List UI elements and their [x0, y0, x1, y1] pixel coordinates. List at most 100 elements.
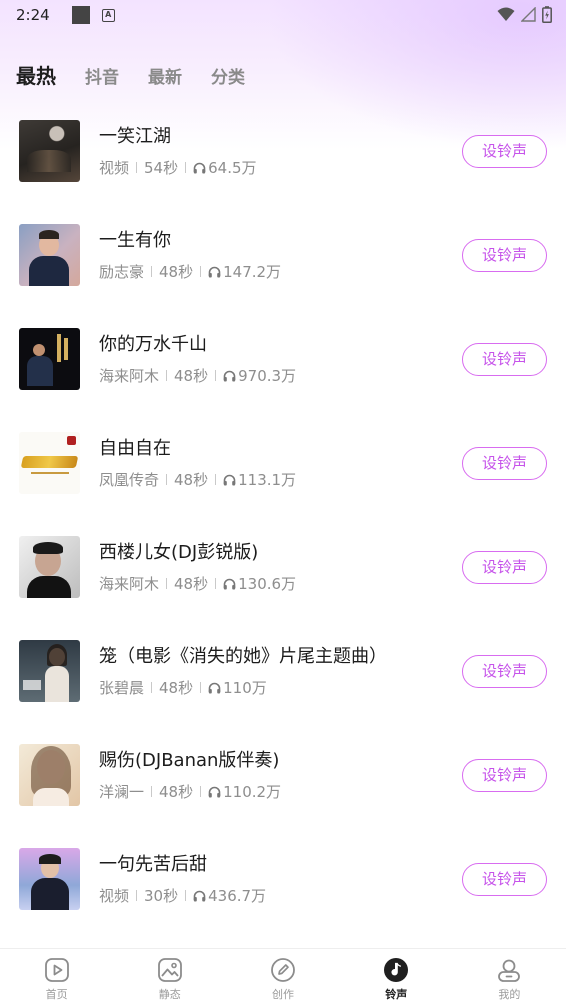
- battery-icon: [542, 6, 552, 23]
- duration: 30秒: [144, 887, 179, 905]
- set-ringtone-button[interactable]: 设铃声: [462, 343, 547, 376]
- status-time: 2:24: [16, 6, 50, 24]
- album-cover: [19, 120, 80, 182]
- album-cover: [19, 848, 80, 910]
- artist-name: 励志豪: [99, 263, 145, 281]
- status-icons: [497, 6, 552, 23]
- headphones-icon: [223, 474, 236, 486]
- set-ringtone-button[interactable]: 设铃声: [462, 655, 547, 688]
- song-title: 一生有你: [99, 230, 171, 251]
- divider: [151, 682, 153, 693]
- nav-label: 静态: [158, 988, 181, 1001]
- divider: [166, 578, 168, 589]
- list-item[interactable]: 一生有你 励志豪 48秒 147.2万 设铃声: [0, 204, 566, 308]
- set-ringtone-button[interactable]: 设铃声: [462, 135, 547, 168]
- tab-douyin[interactable]: 抖音: [85, 63, 119, 88]
- nav-label: 首页: [45, 988, 68, 1001]
- duration: 48秒: [174, 471, 209, 489]
- play-count: 110.2万: [223, 783, 282, 801]
- headphones-icon: [208, 682, 221, 694]
- play-count: 130.6万: [238, 575, 297, 593]
- set-ringtone-button[interactable]: 设铃声: [462, 551, 547, 584]
- song-meta: 海来阿木 48秒 970.3万: [99, 365, 296, 386]
- set-ringtone-button[interactable]: 设铃声: [462, 759, 547, 792]
- a-notification-icon: A: [101, 8, 115, 22]
- divider: [200, 266, 202, 277]
- ringtone-list: 一笑江湖 视频 54秒 64.5万 设铃声 一生有你 励志豪 48秒 147.2…: [0, 100, 566, 932]
- list-item[interactable]: 笼（电影《消失的她》片尾主题曲） 张碧晨 48秒 110万 设铃声: [0, 620, 566, 724]
- album-cover: [19, 432, 80, 494]
- set-ringtone-button[interactable]: 设铃声: [462, 447, 547, 480]
- album-cover: [19, 328, 80, 390]
- song-meta: 视频 30秒 436.7万: [99, 885, 266, 906]
- divider: [200, 786, 202, 797]
- nav-mine[interactable]: 我的: [453, 949, 566, 1008]
- list-item[interactable]: 自由自在 凤凰传奇 48秒 113.1万 设铃声: [0, 412, 566, 516]
- list-item[interactable]: 西楼儿女(DJ彭锐版) 海来阿木 48秒 130.6万 设铃声: [0, 516, 566, 620]
- duration: 48秒: [159, 679, 194, 697]
- list-item[interactable]: 一句先苦后甜 视频 30秒 436.7万 设铃声: [0, 828, 566, 932]
- divider: [215, 578, 217, 589]
- artist-name: 张碧晨: [99, 679, 145, 697]
- divider: [185, 890, 187, 901]
- song-meta: 视频 54秒 64.5万: [99, 157, 257, 178]
- play-count: 147.2万: [223, 263, 282, 281]
- status-bar: 2:24 A: [0, 0, 566, 30]
- song-title: 一句先苦后甜: [99, 854, 207, 875]
- album-cover: [19, 744, 80, 806]
- song-title: 你的万水千山: [99, 334, 207, 355]
- artist-name: 凤凰传奇: [99, 471, 160, 489]
- list-item[interactable]: 一笑江湖 视频 54秒 64.5万 设铃声: [0, 100, 566, 204]
- nav-home[interactable]: 首页: [0, 949, 113, 1008]
- divider: [200, 682, 202, 693]
- headphones-icon: [193, 162, 206, 174]
- set-ringtone-button[interactable]: 设铃声: [462, 239, 547, 272]
- headphones-icon: [223, 370, 236, 382]
- tab-hottest[interactable]: 最热: [16, 60, 56, 89]
- divider: [185, 162, 187, 173]
- artist-name: 视频: [99, 887, 130, 905]
- divider: [136, 162, 138, 173]
- duration: 54秒: [144, 159, 179, 177]
- song-meta: 张碧晨 48秒 110万: [99, 677, 267, 698]
- duration: 48秒: [159, 263, 194, 281]
- artist-name: 海来阿木: [99, 575, 160, 593]
- headphones-icon: [208, 786, 221, 798]
- duration: 48秒: [159, 783, 194, 801]
- image-icon: [157, 958, 182, 982]
- artist-name: 海来阿木: [99, 367, 160, 385]
- song-title: 笼（电影《消失的她》片尾主题曲）: [99, 646, 387, 667]
- divider: [166, 370, 168, 381]
- divider: [151, 786, 153, 797]
- song-meta: 凤凰传奇 48秒 113.1万: [99, 469, 296, 490]
- tab-category[interactable]: 分类: [211, 63, 245, 88]
- nav-create[interactable]: 创作: [226, 949, 339, 1008]
- wifi-icon: [497, 7, 515, 21]
- song-meta: 洋澜一 48秒 110.2万: [99, 781, 281, 802]
- artist-name: 洋澜一: [99, 783, 145, 801]
- divider: [215, 370, 217, 381]
- headphones-icon: [223, 578, 236, 590]
- nav-label: 创作: [272, 988, 294, 1001]
- album-cover: [19, 640, 80, 702]
- play-count: 113.1万: [238, 471, 297, 489]
- list-item[interactable]: 你的万水千山 海来阿木 48秒 970.3万 设铃声: [0, 308, 566, 412]
- set-ringtone-button[interactable]: 设铃声: [462, 863, 547, 896]
- nav-static[interactable]: 静态: [113, 949, 226, 1008]
- list-item[interactable]: 赐伤(DJBanan版伴奏) 洋澜一 48秒 110.2万 设铃声: [0, 724, 566, 828]
- divider: [215, 474, 217, 485]
- user-icon: [498, 959, 521, 982]
- headphones-icon: [193, 890, 206, 902]
- bottom-navigation: 首页 静态 创作 铃声 我的: [0, 948, 566, 1008]
- song-meta: 励志豪 48秒 147.2万: [99, 261, 281, 282]
- tab-newest[interactable]: 最新: [148, 63, 182, 88]
- song-meta: 海来阿木 48秒 130.6万: [99, 573, 296, 594]
- artist-name: 视频: [99, 159, 130, 177]
- pencil-icon: [271, 958, 295, 982]
- nav-ringtone[interactable]: 铃声: [340, 949, 453, 1008]
- category-tabs: 最热 抖音 最新 分类: [16, 60, 274, 89]
- nav-label: 我的: [498, 988, 521, 1001]
- song-title: 自由自在: [99, 438, 171, 459]
- album-cover: [19, 536, 80, 598]
- play-square-icon: [44, 958, 69, 982]
